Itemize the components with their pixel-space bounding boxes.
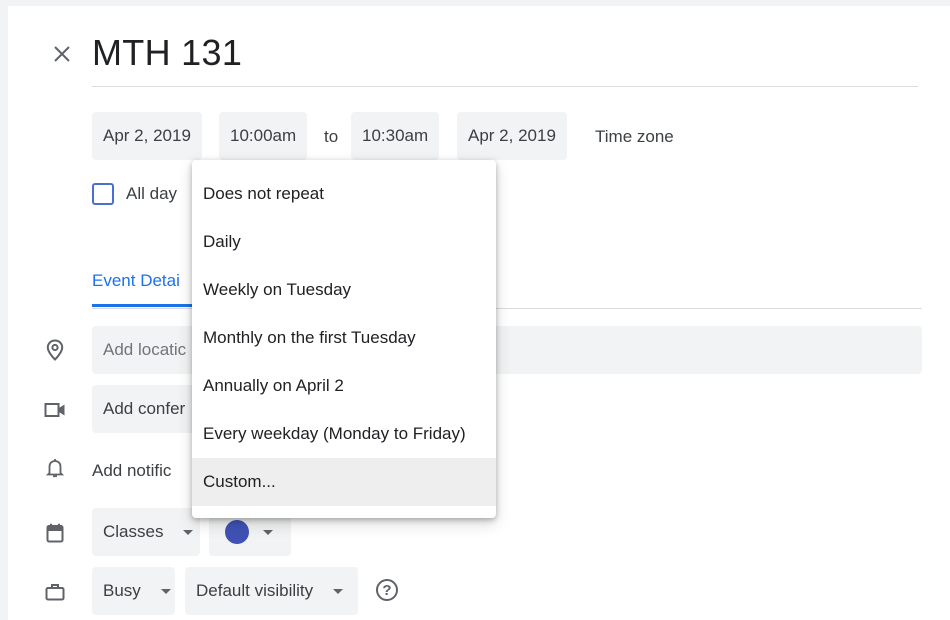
close-icon[interactable] [42, 34, 82, 74]
event-title[interactable]: MTH 131 [92, 32, 242, 74]
location-pin-icon [42, 337, 68, 363]
add-conferencing-button[interactable]: Add confer [92, 385, 202, 433]
bell-icon [42, 455, 68, 481]
menu-item-weekly[interactable]: Weekly on Tuesday [192, 266, 496, 314]
chevron-down-icon [333, 588, 344, 594]
event-editor: MTH 131 Apr 2, 2019 10:00am to 10:30am A… [8, 6, 950, 620]
repeat-options-menu: Does not repeat Daily Weekly on Tuesday … [192, 160, 496, 518]
briefcase-icon [42, 579, 68, 605]
calendar-icon [42, 520, 68, 546]
calendar-select-value: Classes [103, 522, 164, 541]
help-icon[interactable]: ? [376, 579, 398, 601]
menu-item-every-weekday[interactable]: Every weekday (Monday to Friday) [192, 410, 496, 458]
all-day-checkbox[interactable] [92, 183, 114, 205]
visibility-select[interactable]: Default visibility [185, 567, 358, 615]
tab-event-details[interactable]: Event Detai [92, 271, 180, 291]
time-zone-link[interactable]: Time zone [595, 127, 674, 147]
add-notification-link[interactable]: Add notific [92, 461, 202, 481]
availability-select-value: Busy [103, 581, 141, 600]
menu-item-does-not-repeat[interactable]: Does not repeat [192, 170, 496, 218]
availability-select[interactable]: Busy [92, 567, 175, 615]
event-color-swatch [225, 520, 249, 544]
chevron-down-icon [160, 588, 171, 594]
chevron-down-icon [263, 529, 273, 535]
menu-item-daily[interactable]: Daily [192, 218, 496, 266]
visibility-select-value: Default visibility [196, 581, 314, 600]
video-camera-icon [42, 397, 68, 423]
end-date-button[interactable]: Apr 2, 2019 [457, 112, 567, 160]
calendar-select[interactable]: Classes [92, 508, 200, 556]
all-day-label: All day [126, 184, 178, 203]
menu-item-annually[interactable]: Annually on April 2 [192, 362, 496, 410]
start-date-button[interactable]: Apr 2, 2019 [92, 112, 202, 160]
menu-item-monthly[interactable]: Monthly on the first Tuesday [192, 314, 496, 362]
menu-item-custom[interactable]: Custom... [192, 458, 496, 506]
title-divider [92, 86, 918, 87]
to-label: to [324, 127, 339, 146]
chevron-down-icon [183, 529, 194, 535]
end-time-button[interactable]: 10:30am [351, 112, 440, 160]
active-tab-indicator [92, 304, 207, 307]
start-time-button[interactable]: 10:00am [219, 112, 308, 160]
